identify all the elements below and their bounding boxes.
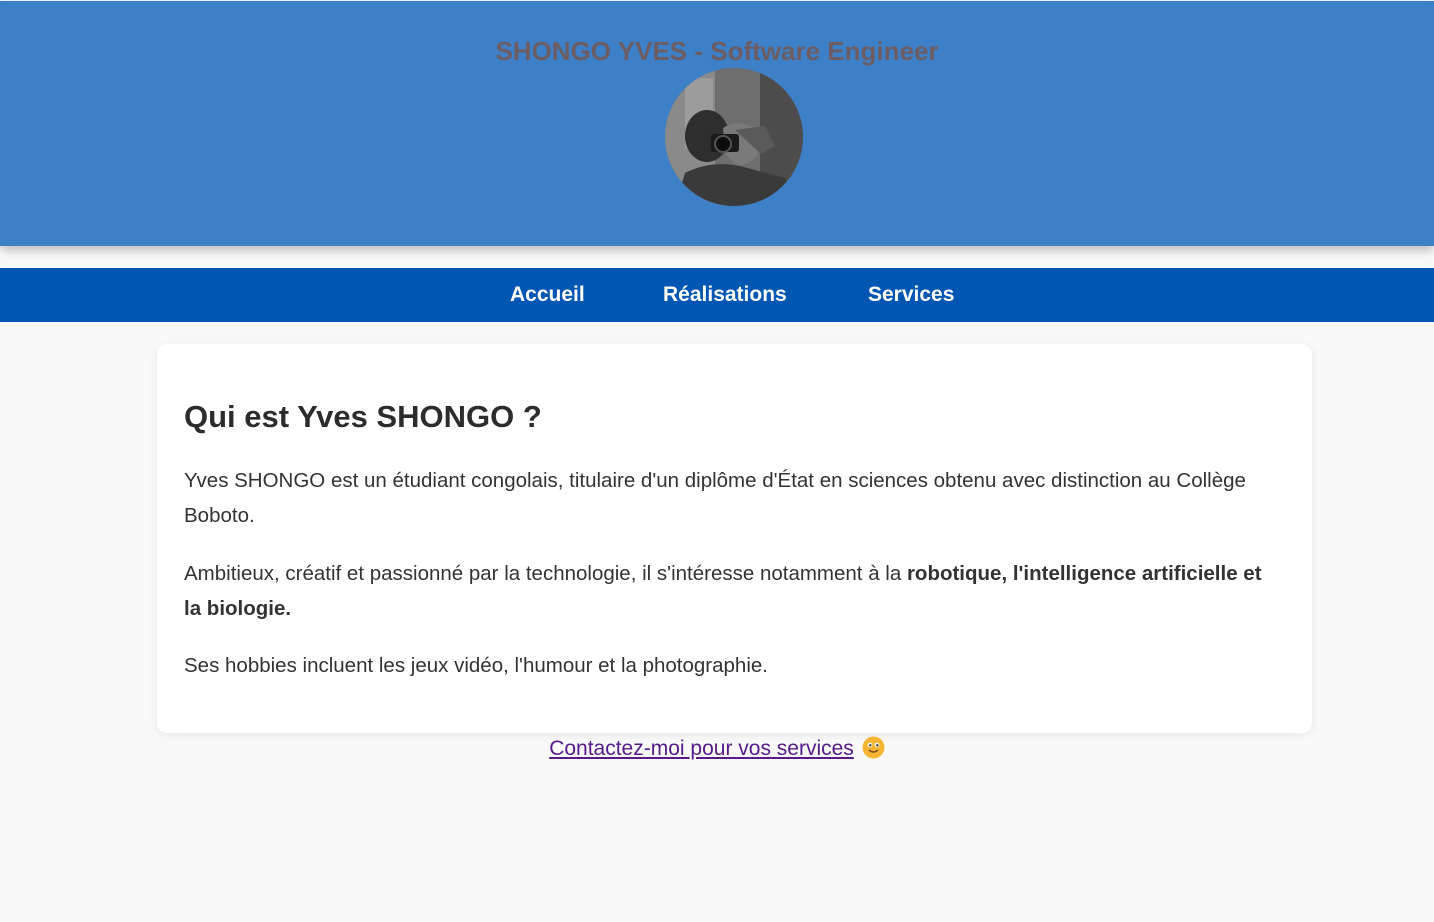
nav-item-services[interactable]: Services	[868, 268, 954, 322]
about-paragraph-3: Ses hobbies incluent les jeux vidéo, l'h…	[184, 654, 768, 677]
smiley-icon	[862, 736, 885, 767]
about-card: Qui est Yves SHONGO ? Yves SHONGO est un…	[157, 344, 1312, 733]
contact-line: Contactez-moi pour vos services	[0, 735, 1434, 767]
about-heading: Qui est Yves SHONGO ?	[184, 399, 542, 434]
nav-item-realisations[interactable]: Réalisations	[663, 268, 787, 322]
site-title: SHONGO YVES - Software Engineer	[495, 36, 939, 66]
about-paragraph-2: Ambitieux, créatif et passionné par la t…	[184, 556, 1274, 626]
contact-link[interactable]: Contactez-moi pour vos services	[549, 737, 854, 760]
profile-avatar	[665, 68, 803, 206]
about-paragraph-1: Yves SHONGO est un étudiant congolais, t…	[184, 469, 1246, 527]
main-nav: Accueil Réalisations Services	[0, 268, 1434, 322]
site-header: SHONGO YVES - Software Engineer	[0, 1, 1434, 246]
profile-photo	[665, 68, 803, 206]
nav-item-accueil[interactable]: Accueil	[510, 268, 585, 322]
about-paragraph-2-text: Ambitieux, créatif et passionné par la t…	[184, 562, 907, 585]
